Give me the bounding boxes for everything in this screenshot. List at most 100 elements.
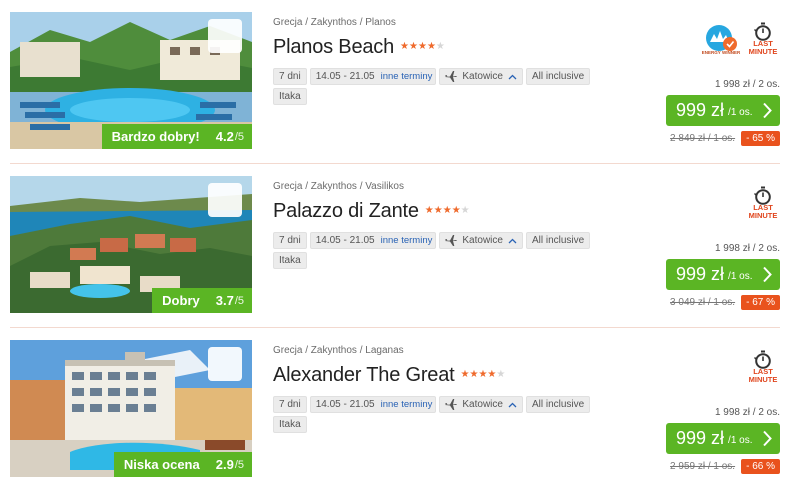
old-price: 3 049 zł / 1 os. [670,297,736,308]
rating-max: /5 [234,294,244,307]
star-icon: ★ [426,41,436,52]
offer-card: Bardzo dobry! 4.2 /5 Grecja / Zakynthos … [0,0,790,164]
book-button[interactable]: 999 zł /1 os. [666,423,780,454]
chevron-up-icon [508,238,517,244]
star-icon: ★ [487,369,497,380]
price-amount: 999 zł [676,100,725,120]
chevron-up-icon [508,74,517,80]
hotel-name-link[interactable]: Planos Beach [273,36,394,59]
star-rating: ★ ★ ★ ★ ★ [425,206,470,216]
star-icon: ★ [460,205,470,216]
star-icon: ★ [442,205,452,216]
operator-tag: Itaka [273,252,307,269]
star-icon: ★ [424,205,434,216]
last-minute-badge: LAST MINUTE [746,350,780,384]
dates-tag[interactable]: 14.05 - 21.05 inne terminy [309,68,437,85]
price-amount: 999 zł [676,264,725,284]
price-panel: LAST MINUTE 1 998 zł / 2 os. 999 zł /1 o… [630,328,780,490]
star-rating: ★ ★ ★ ★ ★ [461,370,506,380]
departure-city: Katowice [462,71,503,82]
last-minute-badge: LAST MINUTE [746,186,780,220]
other-dates-link[interactable]: inne terminy [381,69,433,84]
breadcrumb: Grecja / Zakynthos / Laganas [273,345,404,356]
airplane-icon [445,399,458,410]
discount-badge: - 65 % [741,131,780,146]
rating-badge: Niska ocena 2.9 /5 [113,452,252,477]
star-icon: ★ [435,41,445,52]
other-dates-link[interactable]: inne terminy [381,233,433,248]
offer-info: Grecja / Zakynthos / Laganas Alexander T… [273,344,653,433]
rating-label: Dobry [162,293,200,308]
duration-tag: 7 dni [273,396,307,413]
old-price: 2 959 zł / 1 os. [670,461,736,472]
board-tag: All inclusive [525,68,591,85]
offer-card: Dobry 3.7 /5 Grecja / Zakynthos / Vasili… [0,164,790,328]
rating-max: /5 [234,130,244,143]
chevron-up-icon [508,402,517,408]
discount-badge: - 66 % [741,459,780,474]
discount-badge: - 67 % [741,295,780,310]
dates-tag[interactable]: 14.05 - 21.05 inne terminy [309,396,437,413]
operator-tag: Itaka [273,88,307,105]
operator-tag: Itaka [273,416,307,433]
favorite-button[interactable] [208,347,242,381]
dates-value: 14.05 - 21.05 [315,71,375,82]
hotel-name-link[interactable]: Palazzo di Zante [273,200,419,223]
departure-city: Katowice [462,399,503,410]
total-price: 1 998 zł / 2 os. [714,243,780,254]
star-icon: ★ [496,369,506,380]
star-icon: ★ [409,41,418,52]
award-label: ENERGY WINNER [701,50,741,55]
airplane-icon [445,235,458,246]
rating-max: /5 [234,458,244,471]
star-icon: ★ [478,369,488,380]
price-amount: 999 zł [676,428,725,448]
offer-info: Grecja / Zakynthos / Planos Planos Beach… [273,16,653,105]
price-panel: LAST MINUTE 1 998 zł / 2 os. 999 zł /1 o… [630,164,780,328]
airplane-icon [445,71,458,82]
offer-info: Grecja / Zakynthos / Vasilikos Palazzo d… [273,180,653,269]
dates-tag[interactable]: 14.05 - 21.05 inne terminy [309,232,437,249]
hotel-name-link[interactable]: Alexander The Great [273,364,455,387]
departure-tag[interactable]: Katowice [439,396,523,413]
star-rating: ★ ★ ★ ★ ★ [400,42,445,52]
book-button[interactable]: 999 zł /1 os. [666,95,780,126]
price-unit: /1 os. [728,107,753,118]
price-unit: /1 os. [728,435,753,446]
dates-value: 14.05 - 21.05 [315,235,375,246]
total-price: 1 998 zł / 2 os. [714,407,780,418]
rating-label: Niska ocena [123,457,200,472]
last-minute-badge: LAST MINUTE [746,22,780,56]
breadcrumb: Grecja / Zakynthos / Planos [273,17,396,28]
rating-score: 2.9 [215,457,234,472]
rating-label: Bardzo dobry! [111,129,200,144]
rating-score: 3.7 [215,293,234,308]
duration-tag: 7 dni [273,68,307,85]
chevron-right-icon [763,266,772,283]
award-badge: ENERGY WINNER [702,24,740,58]
departure-tag[interactable]: Katowice [439,68,523,85]
last-minute-line2: MINUTE [748,47,778,56]
departure-city: Katowice [462,235,503,246]
board-tag: All inclusive [525,396,591,413]
other-dates-link[interactable]: inne terminy [381,397,433,412]
star-icon: ★ [433,205,443,216]
favorite-button[interactable] [208,19,242,53]
book-button[interactable]: 999 zł /1 os. [666,259,780,290]
rating-badge: Bardzo dobry! 4.2 /5 [101,124,252,149]
last-minute-line2: MINUTE [748,211,778,220]
star-icon: ★ [451,205,461,216]
last-minute-line2: MINUTE [748,375,778,384]
chevron-right-icon [763,102,772,119]
departure-tag[interactable]: Katowice [439,232,523,249]
hotel-photo[interactable]: Niska ocena 2.9 /5 [10,340,252,477]
rating-badge: Dobry 3.7 /5 [152,288,252,313]
offer-card: Niska ocena 2.9 /5 Grecja / Zakynthos / … [0,328,790,490]
hotel-photo[interactable]: Bardzo dobry! 4.2 /5 [10,12,252,149]
price-panel: ENERGY WINNER LAST MINUTE 1 998 zł / 2 o… [630,0,780,164]
breadcrumb: Grecja / Zakynthos / Vasilikos [273,181,404,192]
favorite-button[interactable] [208,183,242,217]
star-icon: ★ [469,369,479,380]
hotel-photo[interactable]: Dobry 3.7 /5 [10,176,252,313]
total-price: 1 998 zł / 2 os. [714,79,780,90]
